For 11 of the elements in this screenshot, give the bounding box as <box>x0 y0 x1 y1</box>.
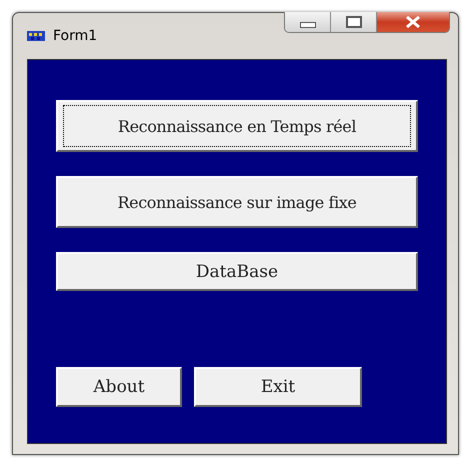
form-button[interactable]: Exit <box>194 367 362 407</box>
close-icon <box>405 16 421 28</box>
window-title: Form1 <box>53 28 98 44</box>
form-button[interactable]: Reconnaissance sur image fixe <box>56 176 418 228</box>
minimize-button[interactable] <box>285 12 331 32</box>
form-button[interactable]: About <box>56 367 182 407</box>
app-icon <box>27 29 45 43</box>
form-button[interactable]: Reconnaissance en Temps réel <box>56 100 418 152</box>
close-button[interactable] <box>377 12 449 32</box>
maximize-button[interactable] <box>331 12 377 32</box>
form-button[interactable]: DataBase <box>56 252 418 291</box>
